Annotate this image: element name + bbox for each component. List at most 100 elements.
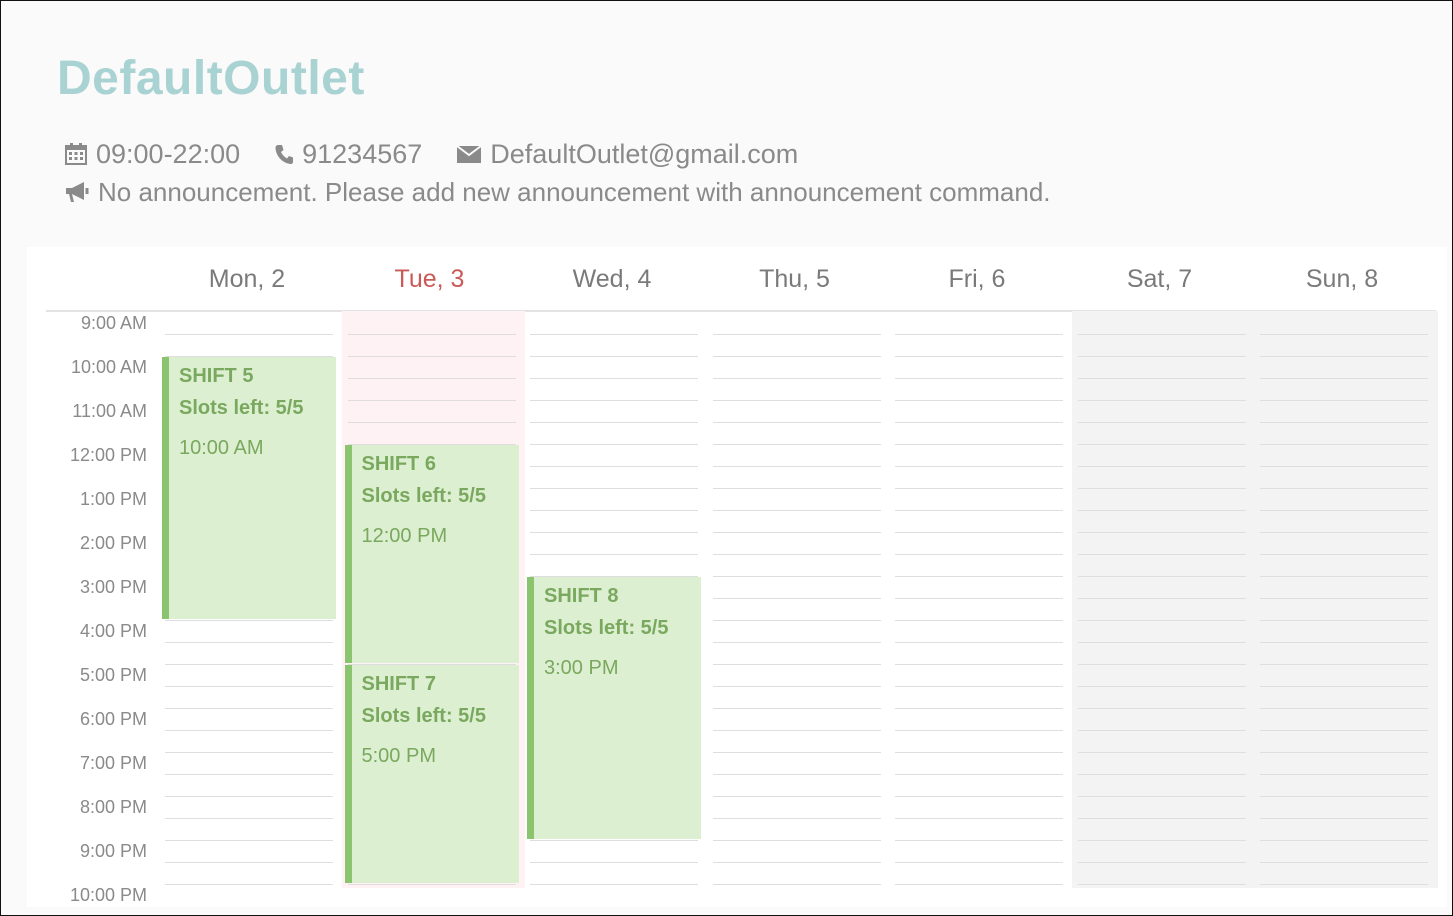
grid-line xyxy=(1077,356,1246,357)
weekend-column xyxy=(1071,311,1255,888)
grid-line xyxy=(1260,708,1428,709)
grid-line xyxy=(712,466,881,467)
grid-line xyxy=(712,862,881,863)
shift-slots: Slots left: 5/5 xyxy=(544,617,669,639)
grid-line xyxy=(530,378,698,379)
grid-line xyxy=(1260,378,1428,379)
phone-group: 91234567 xyxy=(274,139,422,170)
grid-line xyxy=(895,400,1063,401)
grid-line xyxy=(1077,334,1246,335)
grid-line xyxy=(1260,664,1428,665)
grid-line xyxy=(530,356,698,357)
grid-line xyxy=(712,796,881,797)
grid-line xyxy=(347,422,516,423)
grid-line xyxy=(1077,708,1246,709)
shift-event[interactable]: SHIFT 6 Slots left: 5/5 12:00 PM xyxy=(344,445,519,663)
grid-line xyxy=(895,862,1063,863)
outlet-window: DefaultOutlet 09:00-22:00 91234567 Defau… xyxy=(0,0,1453,916)
grid-line xyxy=(895,642,1063,643)
grid-line xyxy=(1260,532,1428,533)
phone-icon xyxy=(275,145,294,164)
outlet-name: DefaultOutlet xyxy=(57,52,365,105)
grid-line xyxy=(1077,598,1246,599)
time-label: 10:00 PM xyxy=(69,885,147,905)
day-header[interactable]: Sun, 8 xyxy=(1251,265,1433,294)
grid-line xyxy=(1077,620,1246,621)
grid-line xyxy=(165,840,333,841)
grid-line xyxy=(895,774,1063,775)
grid-line xyxy=(895,356,1063,357)
shift-time: 12:00 PM xyxy=(361,525,448,547)
grid-line xyxy=(712,884,881,885)
grid-line xyxy=(1077,510,1246,511)
grid-line xyxy=(1260,774,1428,775)
grid-line xyxy=(895,620,1063,621)
outlet-email: DefaultOutlet@gmail.com xyxy=(490,138,799,169)
grid-line xyxy=(1077,818,1246,819)
day-header[interactable]: Sat, 7 xyxy=(1069,265,1251,294)
grid-line xyxy=(1260,356,1428,357)
grid-line xyxy=(1260,598,1428,599)
time-label: 10:00 AM xyxy=(70,357,147,377)
day-header[interactable]: Tue, 3 xyxy=(339,265,521,294)
grid-line xyxy=(712,488,881,489)
grid-line xyxy=(1077,532,1246,533)
grid-line xyxy=(1260,884,1428,885)
day-header[interactable]: Wed, 4 xyxy=(521,265,703,294)
grid-line xyxy=(712,620,881,621)
time-label: 3:00 PM xyxy=(79,577,147,597)
email-group: DefaultOutlet@gmail.com xyxy=(456,139,798,170)
weekly-calendar: Mon, 2 Tue, 3 Wed, 4 Thu, 5 Fri, 6 Sat, 7 Sun,… xyxy=(27,247,1447,907)
grid-line xyxy=(895,840,1063,841)
shift-time: 5:00 PM xyxy=(361,745,436,767)
shift-time: 3:00 PM xyxy=(544,657,619,679)
grid-line xyxy=(712,576,881,577)
grid-line xyxy=(1260,400,1428,401)
grid-line xyxy=(895,488,1063,489)
grid-line xyxy=(1077,642,1246,643)
grid-line xyxy=(530,532,698,533)
day-header[interactable]: Thu, 5 xyxy=(704,265,886,294)
grid-line xyxy=(712,730,881,731)
outlet-info-row: 09:00-22:00 91234567 DefaultOutlet@gmail… xyxy=(64,138,832,170)
grid-line xyxy=(1260,422,1428,423)
grid-line xyxy=(1260,730,1428,731)
grid-line xyxy=(1077,774,1246,775)
grid-line xyxy=(1260,818,1428,819)
grid-line xyxy=(712,686,881,687)
grid-line xyxy=(895,466,1063,467)
bullhorn-icon xyxy=(66,182,89,202)
day-header[interactable]: Mon, 2 xyxy=(156,265,338,294)
grid-line xyxy=(1260,642,1428,643)
day-header[interactable]: Fri, 6 xyxy=(886,265,1068,294)
grid-line xyxy=(895,334,1063,335)
grid-line xyxy=(530,466,698,467)
shift-event[interactable]: SHIFT 8 Slots left: 5/5 3:00 PM xyxy=(527,577,701,839)
grid-line xyxy=(165,862,333,863)
grid-line xyxy=(712,774,881,775)
grid-line xyxy=(895,422,1063,423)
grid-line xyxy=(712,818,881,819)
grid-line xyxy=(895,532,1063,533)
grid-line xyxy=(165,774,333,775)
grid-line xyxy=(165,664,333,665)
shift-title: SHIFT 8 xyxy=(544,585,619,607)
grid-line xyxy=(1260,334,1428,335)
time-label: 4:00 PM xyxy=(79,621,147,641)
grid-line xyxy=(1077,400,1246,401)
grid-line xyxy=(530,488,698,489)
grid-line xyxy=(1077,664,1246,665)
grid-line xyxy=(1077,444,1246,445)
grid-line xyxy=(712,664,881,665)
grid-line xyxy=(1077,686,1246,687)
grid-line xyxy=(530,334,698,335)
grid-line xyxy=(895,444,1063,445)
grid-line xyxy=(712,642,881,643)
time-label: 7:00 PM xyxy=(79,753,147,773)
grid-line xyxy=(1260,752,1428,753)
shift-slots: Slots left: 5/5 xyxy=(179,397,304,419)
shift-event[interactable]: SHIFT 7 Slots left: 5/5 5:00 PM xyxy=(344,665,519,883)
grid-line xyxy=(1077,884,1246,885)
grid-line xyxy=(347,400,516,401)
shift-event[interactable]: SHIFT 5 Slots left: 5/5 10:00 AM xyxy=(162,357,336,619)
